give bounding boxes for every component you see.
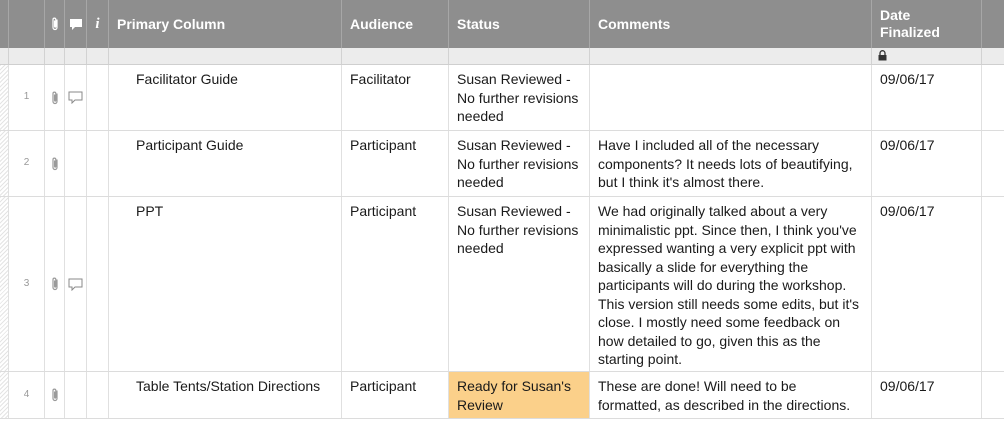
info-cell[interactable]	[87, 197, 109, 371]
row-number: 3	[9, 197, 45, 371]
table-row[interactable]: 3 PPT Participant Susan Reviewed - No fu…	[0, 197, 1004, 372]
comments-cell[interactable]	[590, 65, 872, 130]
audience-cell[interactable]: Facilitator	[342, 65, 449, 130]
table-row[interactable]: 1 Facilitator Guide Facilitator Susan Re…	[0, 65, 1004, 131]
comment-cell[interactable]	[65, 131, 87, 196]
paperclip-icon[interactable]	[50, 276, 60, 292]
subheader-cell	[65, 48, 87, 64]
comment-icon	[69, 18, 83, 31]
header-date-line1: Date	[880, 7, 911, 23]
date-cell[interactable]: 09/06/17	[872, 372, 982, 418]
column-header-row: i Primary Column Audience Status Comment…	[0, 0, 1004, 49]
date-cell[interactable]: 09/06/17	[872, 131, 982, 196]
comment-cell[interactable]	[65, 197, 87, 371]
header-primary-column[interactable]: Primary Column	[109, 0, 342, 48]
subheader-cell	[87, 48, 109, 64]
primary-cell[interactable]: Table Tents/Station Directions	[109, 372, 342, 418]
primary-cell[interactable]: PPT	[109, 197, 342, 371]
row-drag-handle[interactable]	[0, 131, 9, 196]
sheet-grid: i Primary Column Audience Status Comment…	[0, 0, 1004, 423]
paperclip-icon[interactable]	[50, 387, 60, 403]
paperclip-icon[interactable]	[50, 156, 60, 172]
attachment-cell[interactable]	[45, 65, 65, 130]
comments-cell[interactable]: We had originally talked about a very mi…	[590, 197, 872, 371]
info-cell[interactable]	[87, 372, 109, 418]
audience-cell[interactable]: Participant	[342, 131, 449, 196]
paperclip-icon[interactable]	[50, 90, 60, 106]
status-cell[interactable]: Susan Reviewed - No further revisions ne…	[449, 65, 590, 130]
comment-cell[interactable]	[65, 372, 87, 418]
table-row[interactable]: 2 Participant Guide Participant Susan Re…	[0, 131, 1004, 197]
subheader-cell	[449, 48, 590, 64]
comment-cell[interactable]	[65, 65, 87, 130]
header-status[interactable]: Status	[449, 0, 590, 48]
row-number: 4	[9, 372, 45, 418]
header-comments[interactable]	[65, 0, 87, 48]
comments-cell[interactable]: These are done! Will need to be formatte…	[590, 372, 872, 418]
subheader-cell	[590, 48, 872, 64]
header-attachments[interactable]	[45, 0, 65, 48]
header-date-line2: Finalized	[880, 24, 940, 40]
attachment-cell[interactable]	[45, 372, 65, 418]
header-info[interactable]: i	[87, 0, 109, 48]
subheader-cell	[0, 48, 9, 64]
column-subheader-row	[0, 48, 1004, 65]
rows-container: 1 Facilitator Guide Facilitator Susan Re…	[0, 65, 1004, 419]
date-cell[interactable]: 09/06/17	[872, 197, 982, 371]
row-drag-handle[interactable]	[0, 197, 9, 371]
lock-icon	[878, 50, 887, 61]
header-date-finalized[interactable]: Date Finalized	[872, 0, 982, 48]
header-spacer	[0, 0, 9, 48]
primary-cell[interactable]: Facilitator Guide	[109, 65, 342, 130]
info-icon: i	[95, 15, 100, 32]
info-cell[interactable]	[87, 65, 109, 130]
row-number: 1	[9, 65, 45, 130]
subheader-cell	[45, 48, 65, 64]
date-cell[interactable]: 09/06/17	[872, 65, 982, 130]
subheader-cell	[342, 48, 449, 64]
primary-cell[interactable]: Participant Guide	[109, 131, 342, 196]
row-number: 2	[9, 131, 45, 196]
audience-cell[interactable]: Participant	[342, 372, 449, 418]
comment-icon[interactable]	[68, 278, 83, 291]
row-drag-handle[interactable]	[0, 65, 9, 130]
status-cell[interactable]: Ready for Susan's Review	[449, 372, 590, 418]
row-drag-handle[interactable]	[0, 372, 9, 418]
subheader-cell	[872, 48, 982, 64]
header-audience[interactable]: Audience	[342, 0, 449, 48]
status-cell[interactable]: Susan Reviewed - No further revisions ne…	[449, 197, 590, 371]
attachment-cell[interactable]	[45, 131, 65, 196]
audience-cell[interactable]: Participant	[342, 197, 449, 371]
status-cell[interactable]: Susan Reviewed - No further revisions ne…	[449, 131, 590, 196]
comments-cell[interactable]: Have I included all of the necessary com…	[590, 131, 872, 196]
header-row-number	[9, 0, 45, 48]
subheader-cell	[109, 48, 342, 64]
header-comments-column[interactable]: Comments	[590, 0, 872, 48]
subheader-cell	[9, 48, 45, 64]
attachment-cell[interactable]	[45, 197, 65, 371]
comment-icon[interactable]	[68, 91, 83, 104]
info-cell[interactable]	[87, 131, 109, 196]
table-row[interactable]: 4 Table Tents/Station Directions Partici…	[0, 372, 1004, 419]
paperclip-icon	[50, 16, 60, 32]
